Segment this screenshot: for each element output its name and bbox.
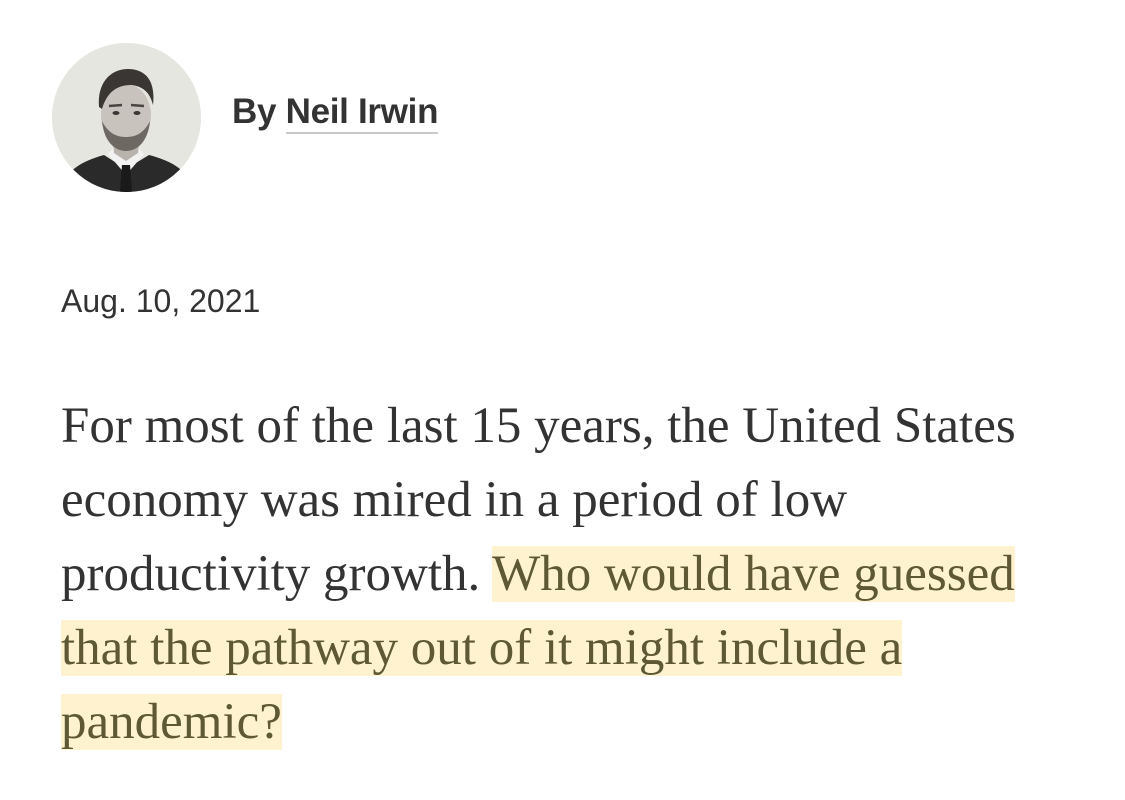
byline-prefix: By [232, 92, 277, 131]
author-avatar[interactable] [52, 43, 201, 192]
byline: By Neil Irwin [232, 92, 438, 134]
article-header: By Neil Irwin Aug. 10, 2021 For most of … [0, 0, 1125, 800]
publish-date: Aug. 10, 2021 [61, 283, 261, 319]
author-link[interactable]: Neil Irwin [285, 92, 438, 134]
author-portrait-image [52, 43, 201, 192]
article-paragraph: For most of the last 15 years, the Unite… [61, 389, 1081, 759]
